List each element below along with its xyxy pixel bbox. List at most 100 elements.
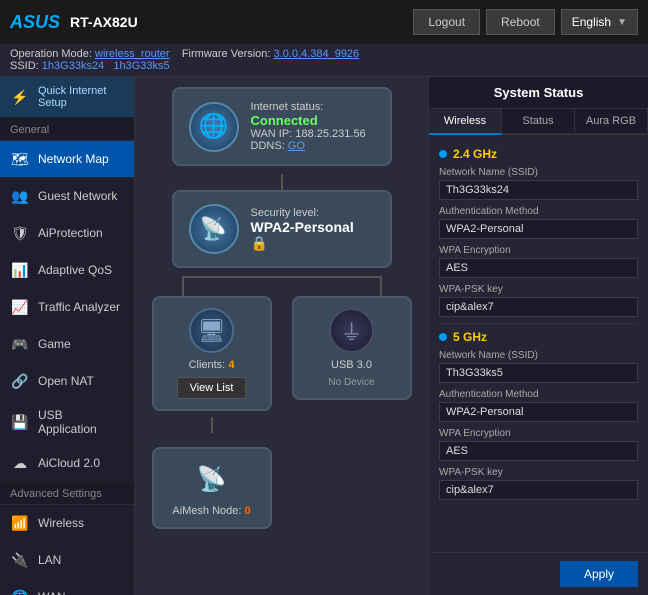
band-24-dot (439, 150, 447, 158)
band-5-header: 5 GHz (439, 330, 638, 344)
sidebar-item-guest-network[interactable]: 👥 Guest Network (0, 178, 134, 215)
internet-icon: 🌐 (189, 102, 239, 152)
internet-status-label: Internet status: (251, 101, 366, 113)
sidebar-item-open-nat-label: Open NAT (38, 374, 94, 388)
general-section-label: General (0, 118, 134, 141)
sidebar-item-adaptive-qos[interactable]: 📊 Adaptive QoS (0, 252, 134, 289)
operation-mode-value: wireless_router (95, 48, 170, 60)
wireless-icon: 📶 (10, 513, 30, 533)
connector-line-1 (281, 174, 283, 190)
router-icon: 📡 (189, 204, 239, 254)
h-connector (152, 276, 412, 296)
logout-button[interactable]: Logout (413, 9, 480, 35)
aimesh-count: 0 (245, 505, 251, 517)
view-list-button[interactable]: View List (177, 377, 247, 399)
sidebar-item-traffic-analyzer-label: Traffic Analyzer (38, 300, 120, 314)
header: ASUS RT-AX82U Logout Reboot English ▼ (0, 0, 648, 44)
tab-status[interactable]: Status (502, 109, 575, 133)
operation-mode-label: Operation Mode: (10, 48, 92, 60)
psk-5-label: WPA-PSK key (439, 467, 638, 478)
sidebar-item-aicloud[interactable]: ☁ AiCloud 2.0 (0, 445, 134, 482)
ssid1: 1h3G33ks24 (42, 60, 104, 72)
main-layout: ⚡ Quick InternetSetup General 🗺 Network … (0, 77, 648, 595)
internet-status-value: Connected (251, 113, 366, 128)
ddns-row: DDNS: GO (251, 140, 366, 152)
language-selector[interactable]: English ▼ (561, 9, 638, 35)
auth-24-label: Authentication Method (439, 206, 638, 217)
clients-count: 4 (228, 359, 234, 371)
sidebar-item-network-map-label: Network Map (38, 152, 109, 166)
internet-node: 🌐 Internet status: Connected WAN IP: 188… (172, 87, 392, 166)
ddns-label: DDNS: (251, 140, 285, 152)
sidebar-item-wan[interactable]: 🌐 WAN (0, 579, 134, 595)
sidebar-item-network-map[interactable]: 🗺 Network Map (0, 141, 134, 178)
aimesh-icon: 📡 (192, 459, 232, 499)
sidebar-item-aiprotection-label: AiProtection (38, 226, 103, 240)
aimesh-label: AiMesh Node: 0 (172, 505, 250, 517)
sidebar-item-aicloud-label: AiCloud 2.0 (38, 456, 100, 470)
sidebar-item-traffic-analyzer[interactable]: 📈 Traffic Analyzer (0, 289, 134, 326)
psk-5-value: cip&alex7 (439, 480, 638, 500)
sidebar-item-usb-application[interactable]: 💾 USB Application (0, 400, 134, 445)
band-24-label: 2.4 GHz (453, 147, 497, 161)
wan-icon: 🌐 (10, 587, 30, 595)
firmware-label: Firmware Version: (182, 48, 271, 60)
panel-title: System Status (429, 77, 648, 109)
sidebar-item-lan-label: LAN (38, 553, 61, 567)
diagram-inner: 🌐 Internet status: Connected WAN IP: 188… (145, 87, 418, 529)
ddns-link[interactable]: GO (288, 140, 305, 152)
guest-network-icon: 👥 (10, 186, 30, 206)
lan-icon: 🔌 (10, 550, 30, 570)
chevron-down-icon: ▼ (617, 17, 627, 28)
aicloud-icon: ☁ (10, 453, 30, 473)
band-5-dot (439, 333, 447, 341)
band-5-label: 5 GHz (453, 330, 487, 344)
language-label: English (572, 15, 611, 29)
tab-aura-rgb[interactable]: Aura RGB (575, 109, 648, 133)
sidebar-item-open-nat[interactable]: 🔗 Open NAT (0, 363, 134, 400)
sidebar-item-wireless-label: Wireless (38, 516, 84, 530)
auth-5-value: WPA2-Personal (439, 402, 638, 422)
sidebar-item-lan[interactable]: 🔌 LAN (0, 542, 134, 579)
network-map-icon: 🗺 (10, 149, 30, 169)
model-name: RT-AX82U (70, 14, 138, 30)
quick-internet-icon: ⚡ (10, 87, 30, 107)
usb-icon: ⏚ (329, 308, 374, 353)
sidebar-item-aiprotection[interactable]: 🛡 AiProtection (0, 215, 134, 252)
sidebar-item-game-label: Game (38, 337, 71, 351)
wan-ip-row: WAN IP: 188.25.231.56 (251, 128, 366, 140)
sidebar: ⚡ Quick InternetSetup General 🗺 Network … (0, 77, 135, 595)
network-diagram: 🌐 Internet status: Connected WAN IP: 188… (135, 77, 428, 595)
sidebar-item-usb-application-label: USB Application (38, 408, 124, 436)
tab-wireless[interactable]: Wireless (429, 109, 502, 135)
sidebar-item-quick-internet[interactable]: ⚡ Quick InternetSetup (0, 77, 134, 118)
apply-button[interactable]: Apply (560, 561, 638, 587)
bottom-row: 🖥 Clients: 4 View List 📡 AiMesh Node: (152, 296, 412, 529)
usb-label: USB 3.0 (331, 359, 372, 371)
wan-ip-value: 188.25.231.56 (295, 128, 365, 140)
encryption-24-value: AES (439, 258, 638, 278)
usb-application-icon: 💾 (10, 412, 30, 432)
clients-icon: 🖥 (189, 308, 234, 353)
sidebar-item-guest-network-label: Guest Network (38, 189, 117, 203)
firmware-value: 3.0.0.4.384_9926 (274, 48, 360, 60)
clients-node: 🖥 Clients: 4 View List (152, 296, 272, 411)
security-label: Security level: (251, 207, 375, 219)
sidebar-item-adaptive-qos-label: Adaptive QoS (38, 263, 112, 277)
sidebar-item-wireless[interactable]: 📶 Wireless (0, 505, 134, 542)
security-value: WPA2-Personal 🔒 (251, 219, 375, 252)
internet-info: Internet status: Connected WAN IP: 188.2… (251, 101, 366, 152)
panel-content: 2.4 GHz Network Name (SSID) Th3G33ks24 A… (429, 135, 648, 552)
reboot-button[interactable]: Reboot (486, 9, 555, 35)
aiprotection-icon: 🛡 (10, 223, 30, 243)
sidebar-item-game[interactable]: 🎮 Game (0, 326, 134, 363)
traffic-analyzer-icon: 📈 (10, 297, 30, 317)
adaptive-qos-icon: 📊 (10, 260, 30, 280)
ssid2: 1h3G33ks5 (113, 60, 169, 72)
advanced-section-label: Advanced Settings (0, 482, 134, 505)
wan-ip-label: WAN IP: (251, 128, 293, 140)
system-status-panel: System Status Wireless Status Aura RGB 2… (428, 77, 648, 595)
usb-status: No Device (328, 377, 374, 388)
encryption-5-value: AES (439, 441, 638, 461)
ssid-24-value: Th3G33ks24 (439, 180, 638, 200)
